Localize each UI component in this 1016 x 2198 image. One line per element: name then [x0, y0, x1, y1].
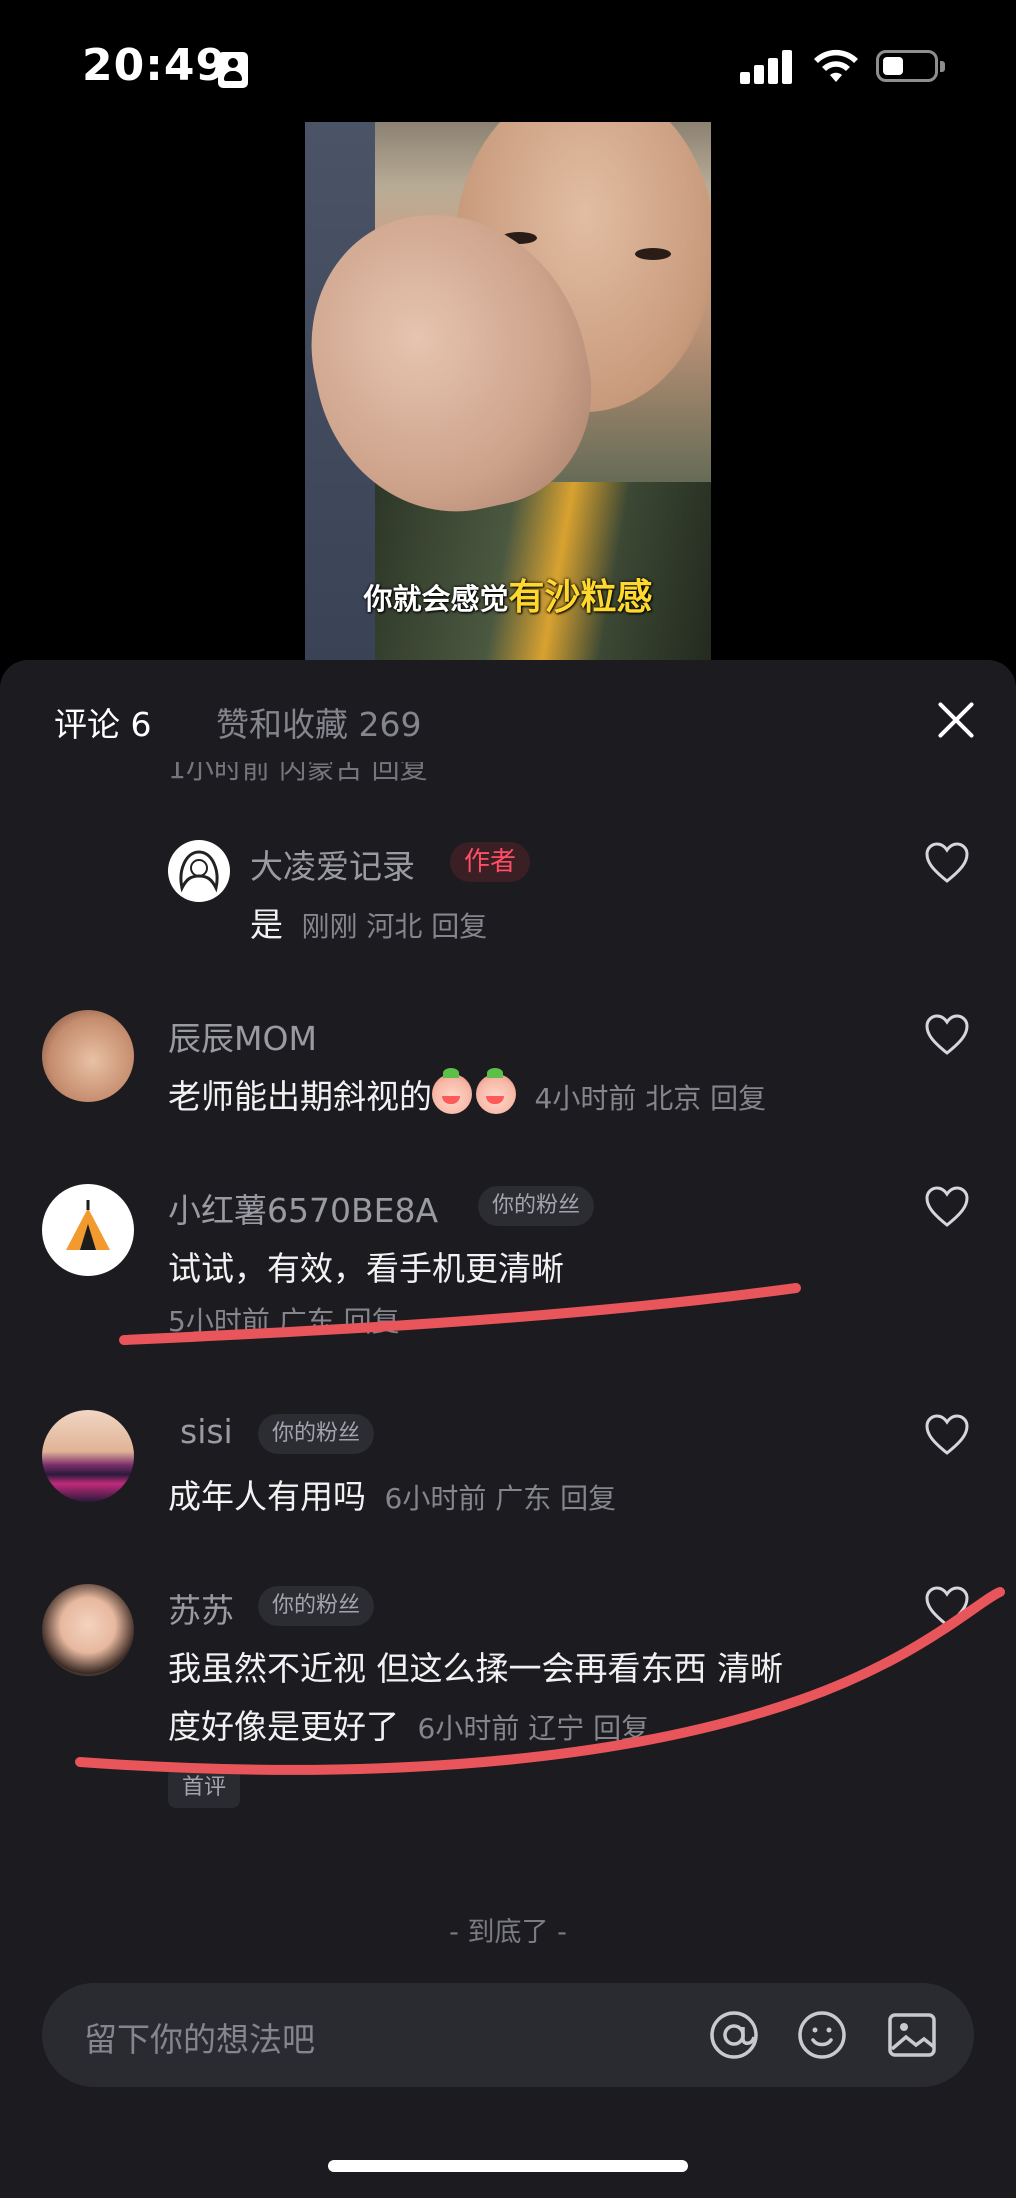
comment-meta: 6小时前 辽宁 回复: [417, 1712, 650, 1745]
cellular-signal-icon: [740, 50, 794, 84]
comment-meta: 4小时前 北京 回复: [534, 1082, 767, 1115]
avatar[interactable]: [42, 1010, 134, 1102]
comment-username[interactable]: 辰辰MOM: [168, 1012, 317, 1060]
comment-body: 试试，有效，看手机更清晰: [168, 1249, 564, 1288]
end-of-list: - 到底了 -: [449, 1917, 567, 1948]
comment-body: 老师能出期斜视的: [168, 1077, 432, 1116]
emoji-icon[interactable]: [796, 2009, 848, 2061]
heart-icon[interactable]: [924, 1414, 970, 1456]
pig-emoji-icon: [432, 1068, 472, 1114]
heart-icon[interactable]: [924, 1586, 970, 1628]
comment-input[interactable]: 留下你的想法吧: [42, 1983, 974, 2087]
first-comment-tag: 首评: [168, 1768, 241, 1808]
comment-body: 成年人有用吗: [168, 1477, 366, 1516]
comment-body: 度好像是更好了: [168, 1707, 399, 1746]
tab-comments[interactable]: 评论 6: [54, 698, 152, 746]
comment-text: 是 刚刚 河北 回复: [250, 898, 487, 946]
comment-username[interactable]: sisi: [180, 1412, 233, 1451]
comment-username[interactable]: 苏苏: [168, 1584, 234, 1632]
comment-sheet: 评论 6 赞和收藏 269 1小时前 内蒙古 回复 大凌爱记录 作者 是 刚刚 …: [0, 660, 1016, 2198]
comment-text: 成年人有用吗 6小时前 广东 回复: [168, 1470, 616, 1518]
heart-icon[interactable]: [924, 1014, 970, 1056]
annotation-underlines: [75, 1283, 1005, 1775]
comment-input-placeholder[interactable]: 留下你的想法吧: [84, 2013, 315, 2061]
avatar[interactable]: [42, 1184, 134, 1276]
eye: [635, 248, 671, 260]
comment-username[interactable]: 小红薯6570BE8A: [168, 1184, 438, 1232]
comment-text: 度好像是更好了 6小时前 辽宁 回复: [168, 1700, 649, 1748]
tab-likes-and-saves[interactable]: 赞和收藏 269: [216, 698, 421, 746]
wifi-icon: [814, 49, 858, 82]
fan-badge: 你的粉丝: [258, 1414, 375, 1454]
pig-emoji-icon: [476, 1068, 516, 1114]
fan-badge: 你的粉丝: [258, 1586, 375, 1626]
comment-text: 老师能出期斜视的 4小时前 北京 回复: [168, 1068, 767, 1118]
status-bar: 20:49: [0, 0, 1016, 130]
subtitle-highlight: 有沙粒感: [508, 577, 653, 618]
fan-badge: 你的粉丝: [478, 1186, 595, 1226]
avatar[interactable]: [42, 1410, 134, 1502]
status-time: 20:49: [82, 40, 228, 91]
battery-icon: [876, 50, 945, 82]
image-icon[interactable]: [886, 2009, 938, 2061]
avatar[interactable]: [168, 840, 230, 902]
comment-username[interactable]: 大凌爱记录: [250, 840, 415, 888]
comment-body: 我虽然不近视 但这么揉一会再看东西 清晰: [168, 1649, 783, 1688]
heart-icon[interactable]: [924, 842, 970, 884]
scrolled-meta-line: 1小时前 内蒙古 回复: [168, 762, 428, 782]
heart-icon[interactable]: [924, 1186, 970, 1228]
comment-meta: 刚刚 河北 回复: [301, 910, 488, 943]
comment-body: 是: [250, 905, 283, 944]
comment-meta: 5小时前 广东 回复: [168, 1305, 400, 1338]
avatar[interactable]: [42, 1584, 134, 1676]
author-badge: 作者: [450, 842, 531, 882]
home-indicator[interactable]: [328, 2160, 688, 2172]
video-subtitle: 你就会感觉有沙粒感: [0, 568, 1016, 620]
comment-meta: 6小时前 广东 回复: [384, 1482, 617, 1515]
contact-card-icon: [218, 52, 248, 88]
subtitle-text: 你就会感觉: [363, 582, 509, 616]
mention-icon[interactable]: [708, 2009, 760, 2061]
close-icon[interactable]: [934, 698, 978, 742]
